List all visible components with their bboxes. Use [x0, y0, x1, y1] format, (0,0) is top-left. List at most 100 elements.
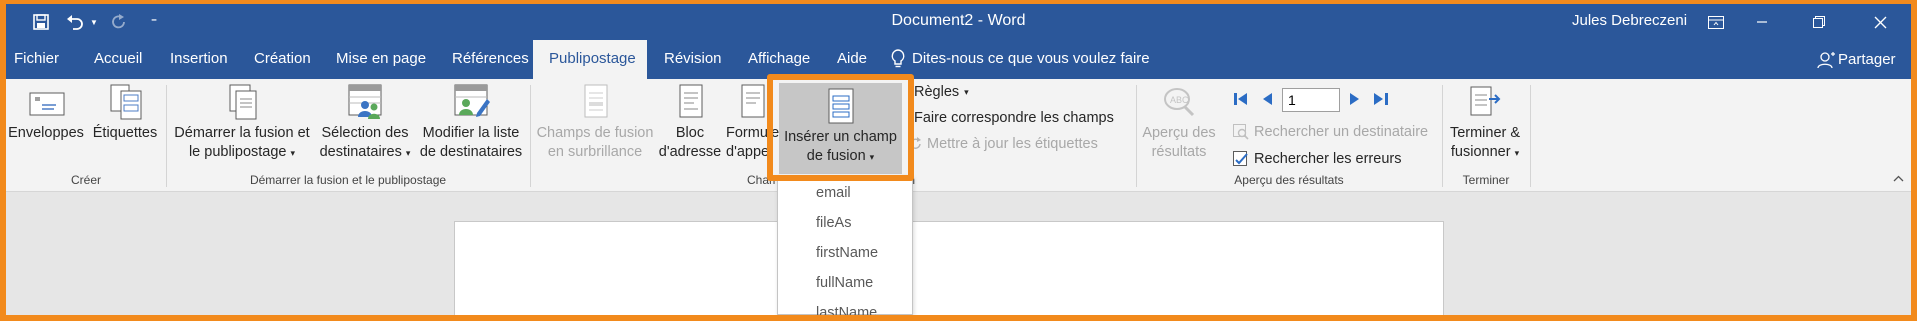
- formule-label-line2: d'appel: [726, 144, 773, 160]
- bloc-label-line2: d'adresse: [658, 144, 722, 160]
- bloc-adresse-button[interactable]: Bloc d'adresse: [658, 81, 722, 171]
- last-record-icon[interactable]: [1372, 89, 1390, 109]
- share-button[interactable]: Partager: [1838, 40, 1896, 79]
- chevron-down-icon: ▾: [964, 86, 969, 97]
- etiquettes-label: Étiquettes: [92, 125, 158, 141]
- champs-label-line1: Champs de fusion: [536, 125, 654, 141]
- tab-publipostage[interactable]: Publipostage: [533, 40, 647, 79]
- check-errors-icon: [1233, 151, 1248, 166]
- undo-icon[interactable]: [62, 4, 88, 40]
- merge-field-item[interactable]: lastName: [778, 299, 912, 315]
- demarrer-label-line1: Démarrer la fusion et: [174, 125, 310, 141]
- inserer-champ-fusion-button[interactable]: Insérer un champ de fusion ▾: [779, 83, 902, 174]
- group-label-demarrer: Démarrer la fusion et le publipostage: [249, 173, 447, 187]
- terminer-label-line1: Terminer &: [1449, 125, 1521, 141]
- tab-mise-en-page[interactable]: Mise en page: [328, 40, 434, 79]
- greeting-line-icon: [741, 84, 765, 118]
- tab-fichier[interactable]: Fichier: [6, 40, 67, 79]
- merge-field-item[interactable]: email: [778, 179, 912, 207]
- champs-surbrillance-button[interactable]: Champs de fusion en surbrillance: [532, 81, 658, 171]
- app-name: Word: [987, 12, 1026, 29]
- record-number-input[interactable]: [1282, 88, 1340, 112]
- close-icon[interactable]: [1857, 4, 1903, 40]
- mettre-a-jour-button[interactable]: Mettre à jour les étiquettes: [910, 133, 1098, 155]
- merge-field-item[interactable]: firstName: [778, 239, 912, 267]
- inserer-label-line2: de fusion: [806, 148, 866, 164]
- modifier-label-line2: de destinataires: [419, 144, 523, 160]
- rechercher-destinataire-button[interactable]: Rechercher un destinataire: [1233, 121, 1428, 143]
- regles-label: Règles: [914, 84, 960, 100]
- previous-record-icon[interactable]: [1258, 89, 1276, 109]
- bloc-label-line1: Bloc: [675, 125, 705, 141]
- collapse-ribbon-icon[interactable]: [1893, 173, 1904, 185]
- group-label-apercu: Aperçu des résultats: [1234, 173, 1344, 187]
- svg-text:ABC: ABC: [1170, 95, 1189, 105]
- apercu-label-line1: Aperçu des: [1142, 125, 1216, 141]
- demarrer-label-line2: le publipostage: [188, 144, 287, 160]
- ribbon-tab-bar: Fichier Accueil Insertion Création Mise …: [6, 40, 1911, 79]
- address-block-icon: [679, 84, 703, 118]
- mettre-a-jour-label: Mettre à jour les étiquettes: [927, 136, 1098, 152]
- tab-affichage[interactable]: Affichage: [740, 40, 818, 79]
- group-separator: [1442, 85, 1443, 187]
- rechercher-erreurs-label: Rechercher les erreurs: [1254, 151, 1402, 167]
- merge-field-dropdown: email fileAs firstName fullName lastName: [777, 175, 913, 315]
- restore-icon[interactable]: [1796, 4, 1842, 40]
- modifier-label-line1: Modifier la liste: [422, 125, 520, 141]
- rechercher-destinataire-label: Rechercher un destinataire: [1254, 124, 1429, 140]
- demarrer-fusion-button[interactable]: Démarrer la fusion et le publipostage ▾: [170, 81, 314, 171]
- apercu-resultats-button[interactable]: ABC Aperçu des résultats: [1138, 81, 1220, 171]
- chevron-down-icon: ▾: [1514, 148, 1520, 158]
- document-page[interactable]: [454, 221, 1444, 315]
- inserer-label-line1: Insérer un champ: [784, 129, 897, 145]
- minimize-icon[interactable]: [1739, 4, 1785, 40]
- rechercher-erreurs-button[interactable]: Rechercher les erreurs: [1233, 148, 1401, 170]
- merge-field-item[interactable]: fullName: [778, 269, 912, 297]
- first-record-icon[interactable]: [1232, 89, 1250, 109]
- tab-references[interactable]: Références: [444, 40, 537, 79]
- group-label-creer: Créer: [70, 173, 101, 187]
- modifier-liste-button[interactable]: Modifier la liste de destinataires: [416, 81, 526, 171]
- tab-accueil[interactable]: Accueil: [86, 40, 150, 79]
- document-area: [6, 193, 1911, 315]
- etiquettes-button[interactable]: Étiquettes: [88, 81, 162, 171]
- save-icon[interactable]: [26, 4, 56, 40]
- apercu-label-line2: résultats: [1151, 144, 1207, 160]
- next-record-icon[interactable]: [1346, 89, 1364, 109]
- share-person-icon: [1817, 51, 1835, 74]
- selection-label-line1: Sélection des: [321, 125, 409, 141]
- chevron-down-icon: ▾: [405, 148, 411, 158]
- regles-button[interactable]: Règles ▾: [914, 81, 969, 103]
- select-recipients-icon: [348, 84, 382, 119]
- tab-aide[interactable]: Aide: [829, 40, 875, 79]
- tell-me-search[interactable]: Dites-nous ce que vous voulez faire: [912, 40, 1150, 79]
- envelope-icon: [29, 92, 65, 116]
- customize-qat-icon[interactable]: ⁼: [144, 4, 164, 40]
- enveloppes-button[interactable]: Enveloppes: [6, 81, 86, 171]
- refresh-icon: [910, 137, 921, 149]
- ribbon-display-options-icon[interactable]: [1693, 4, 1739, 40]
- tab-revision[interactable]: Révision: [656, 40, 730, 79]
- faire-correspondre-button[interactable]: Faire correspondre les champs: [914, 107, 1114, 129]
- tab-insertion[interactable]: Insertion: [162, 40, 236, 79]
- redo-icon[interactable]: [106, 4, 132, 40]
- tab-creation[interactable]: Création: [246, 40, 319, 79]
- title-bar: ▼ ⁼ Document2 - Word Jules Debreczeni: [6, 4, 1911, 40]
- formule-appel-button[interactable]: Formule d'appel: [722, 81, 780, 171]
- labels-icon: [110, 84, 142, 120]
- terminer-fusionner-button[interactable]: Terminer & fusionner ▾: [1444, 81, 1526, 171]
- title-separator: -: [977, 12, 984, 29]
- champs-label-line2: en surbrillance: [547, 144, 643, 160]
- user-name[interactable]: Jules Debreczeni: [1572, 12, 1687, 29]
- group-separator: [1136, 85, 1137, 187]
- preview-results-icon: ABC: [1164, 88, 1195, 117]
- lightbulb-icon: [890, 49, 906, 74]
- group-separator: [1530, 85, 1531, 187]
- undo-dropdown-icon[interactable]: ▼: [88, 4, 100, 40]
- chevron-down-icon: ▾: [290, 148, 296, 158]
- word-window: ▼ ⁼ Document2 - Word Jules Debreczeni Fi…: [6, 4, 1911, 315]
- selection-destinataires-button[interactable]: Sélection des destinataires ▾: [314, 81, 416, 171]
- insert-merge-field-icon: [828, 88, 853, 124]
- merge-field-item[interactable]: fileAs: [778, 209, 912, 237]
- group-separator: [166, 85, 167, 187]
